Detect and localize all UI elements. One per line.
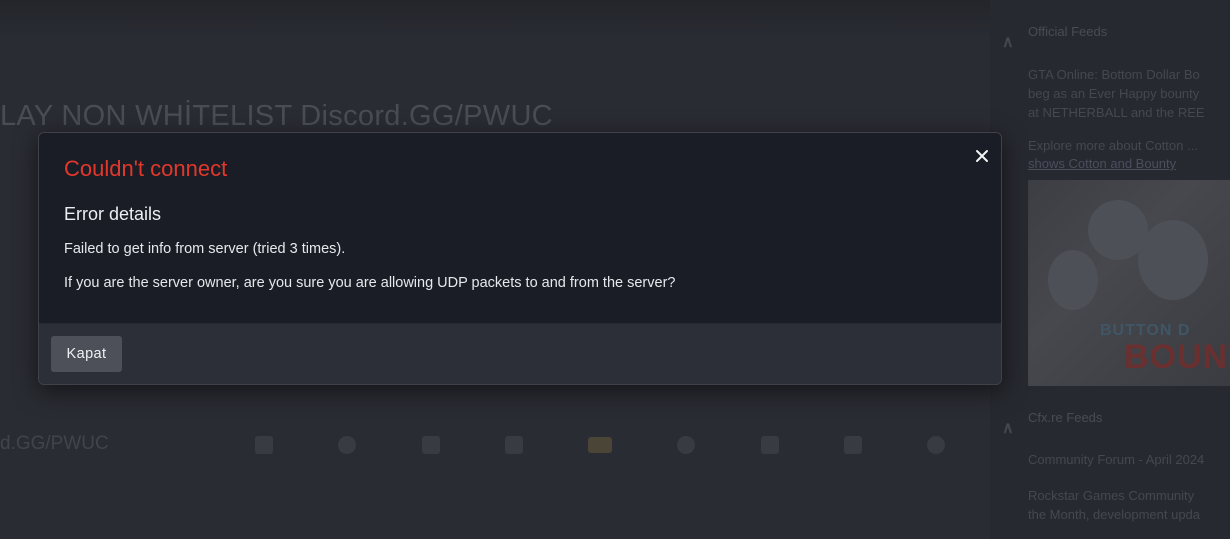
resource-icon[interactable] xyxy=(927,436,945,454)
dialog-footer: Kapat xyxy=(39,323,1001,384)
close-button[interactable] xyxy=(969,143,995,169)
server-title: LAY NON WHİTELIST Discord.GG/PWUC xyxy=(0,100,553,132)
news-author: Official Feeds xyxy=(1028,24,1108,39)
resource-icon[interactable] xyxy=(338,436,357,454)
resource-icon[interactable] xyxy=(504,436,523,454)
close-dialog-button[interactable]: Kapat xyxy=(51,336,122,372)
server-link[interactable]: d.GG/PWUC xyxy=(0,433,109,455)
resource-icon[interactable] xyxy=(255,436,273,454)
feed-logo-icon: ∧ xyxy=(1002,420,1014,437)
dialog-body: Couldn't connect Error details Failed to… xyxy=(39,133,1001,323)
error-details-heading: Error details xyxy=(64,204,162,224)
resource-icon[interactable] xyxy=(677,436,696,454)
close-icon xyxy=(976,150,988,162)
news-text: at NETHERBALL and the REE xyxy=(1028,105,1205,120)
news-text: beg as an Ever Happy bounty xyxy=(1028,86,1200,101)
error-dialog: Couldn't connect Error details Failed to… xyxy=(38,132,1002,385)
news-link[interactable]: shows Cotton and Bounty xyxy=(1028,156,1176,171)
error-message-line: Failed to get info from server (tried 3 … xyxy=(64,241,346,257)
resource-icon[interactable] xyxy=(843,436,862,454)
error-message-line: If you are the server owner, are you sur… xyxy=(64,275,676,291)
dialog-title: Couldn't connect xyxy=(64,156,228,181)
promo-headline: BOUNT xyxy=(1124,338,1230,376)
resource-icon[interactable] xyxy=(760,436,779,454)
feed-logo-icon: ∧ xyxy=(1002,34,1014,51)
resource-icon[interactable] xyxy=(588,437,612,453)
news-text: Rockstar Games Community xyxy=(1028,488,1195,503)
news-text: GTA Online: Bottom Dollar Bo xyxy=(1028,67,1200,82)
resource-icon[interactable] xyxy=(421,436,440,454)
news-text: Explore more about Cotton ... xyxy=(1028,138,1198,153)
server-icon-row xyxy=(255,432,945,458)
news-text: the Month, development upda xyxy=(1028,507,1201,522)
news-text: Community Forum - April 2024 xyxy=(1028,452,1205,467)
news-author: Cfx.re Feeds xyxy=(1028,410,1103,425)
news-promo-image[interactable]: BUTTON D BOUNT xyxy=(1028,180,1230,386)
